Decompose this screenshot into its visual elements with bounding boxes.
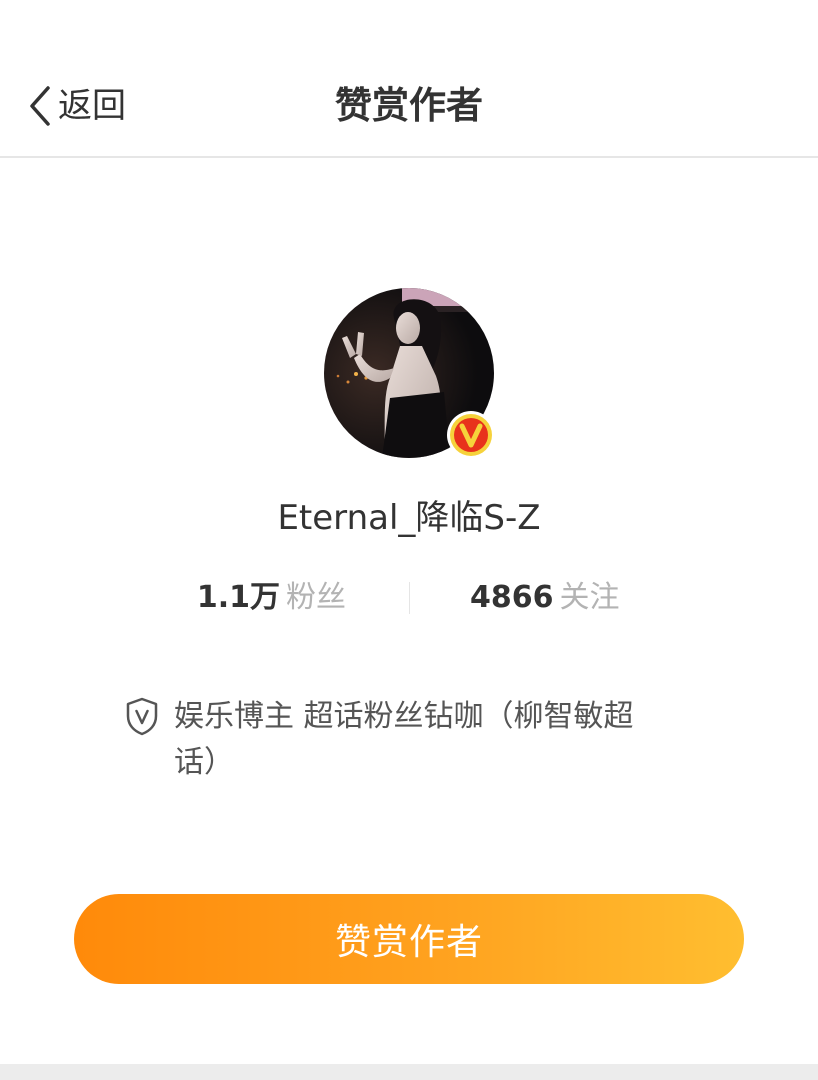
following-stat[interactable]: 4866 关注: [470, 576, 620, 620]
page-title: 赞赏作者: [335, 84, 483, 127]
following-count: 4866: [470, 580, 554, 615]
followers-stat[interactable]: 1.1万 粉丝: [197, 576, 346, 620]
verification-text: 娱乐博主 超话粉丝钻咖（柳智敏超话）: [174, 699, 634, 780]
username: Eternal_降临S-Z: [277, 498, 541, 538]
reward-author-button[interactable]: 赞赏作者: [74, 894, 744, 984]
reward-author-page: 返回 赞赏作者 Eternal_降临S-Z 1.1万 粉丝 4866 关注 娱乐…: [0, 0, 818, 1080]
stats-divider: [409, 582, 410, 614]
shield-v-icon: [126, 697, 158, 736]
following-label: 关注: [559, 580, 620, 615]
avatar-container: [324, 288, 495, 459]
nav-header: 返回 赞赏作者: [0, 0, 818, 158]
stats-row: 1.1万 粉丝 4866 关注: [0, 576, 818, 620]
followers-count: 1.1万: [196, 580, 280, 615]
bottom-bar: [0, 1064, 818, 1080]
followers-label: 粉丝: [286, 580, 346, 615]
verified-v-badge-icon: [447, 411, 495, 459]
